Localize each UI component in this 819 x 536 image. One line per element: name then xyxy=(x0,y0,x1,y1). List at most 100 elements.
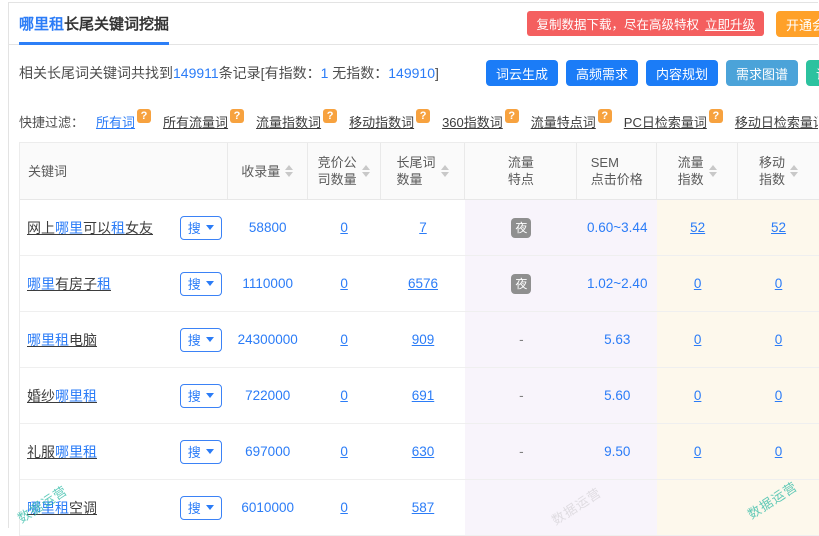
column-header-0: 关键词 xyxy=(20,143,228,199)
filter-item-0[interactable]: 所有词? xyxy=(96,112,151,131)
sem-price: 9.50 xyxy=(604,444,630,459)
table-body: 网上哪里可以租女友搜5880007夜0.60~3.445252哪里有房子租搜11… xyxy=(20,200,819,536)
value-link[interactable]: 909 xyxy=(412,332,435,347)
value-link[interactable]: 52 xyxy=(690,220,705,235)
table-row: 哪里租电脑搜243000000909-5.6300 xyxy=(20,312,819,368)
filter-item-2[interactable]: 流量指数词? xyxy=(256,112,337,131)
filter-link[interactable]: 所有词 xyxy=(96,112,135,131)
filter-item-5[interactable]: 流量特点词? xyxy=(531,112,612,131)
column-header-3[interactable]: 长尾词数量 xyxy=(381,143,466,199)
value-link[interactable]: 0 xyxy=(340,500,348,515)
filter-item-6[interactable]: PC日检索量词? xyxy=(624,112,723,131)
filter-link[interactable]: 移动指数词 xyxy=(349,112,414,131)
column-header-7[interactable]: 移动指数 xyxy=(738,143,819,199)
table-row: 哪里有房子租搜111000006576夜1.02~2.4000 xyxy=(20,256,819,312)
copy-data-promo-button[interactable]: 复制数据下载，尽在高级特权 立即升级 xyxy=(527,11,764,36)
filter-link[interactable]: 360指数词 xyxy=(442,112,503,131)
filter-item-7[interactable]: 移动日检索量词? xyxy=(735,112,818,131)
included-volume: 722000 xyxy=(245,388,290,403)
value-link[interactable]: 0 xyxy=(775,332,783,347)
keyword-link[interactable]: 哪里有房子租 xyxy=(27,274,111,294)
traffic-feature-cell: 夜 xyxy=(465,200,577,255)
action-button-high-frequency-demand[interactable]: 高频需求 xyxy=(566,60,638,86)
no-feature-dash: - xyxy=(519,332,524,347)
brand-keyword: 哪里租 xyxy=(19,13,64,34)
help-icon[interactable]: ? xyxy=(709,109,723,123)
help-icon[interactable]: ? xyxy=(598,109,612,123)
tab-bar: 哪里租长尾关键词挖掘 复制数据下载，尽在高级特权 立即升级 开通会员 xyxy=(9,3,818,45)
open-membership-button[interactable]: 开通会员 xyxy=(776,11,819,37)
included-volume: 58800 xyxy=(249,220,287,235)
keyword-link[interactable]: 哪里租电脑 xyxy=(27,330,97,350)
keyword-link[interactable]: 网上哪里可以租女友 xyxy=(27,218,153,238)
search-dropdown-button[interactable]: 搜 xyxy=(180,216,222,240)
stats-actions: 词云生成高频需求内容规划需求图谱词 xyxy=(486,60,819,86)
page-title: 长尾关键词挖掘 xyxy=(64,13,169,34)
chevron-down-icon xyxy=(206,449,214,454)
upgrade-now-link[interactable]: 立即升级 xyxy=(705,14,755,33)
sort-icon[interactable] xyxy=(441,165,449,177)
value-link[interactable]: 0 xyxy=(694,332,702,347)
search-dropdown-button[interactable]: 搜 xyxy=(180,384,222,408)
total-count: 149911 xyxy=(173,65,219,81)
table-row: 礼服哪里租搜6970000630-9.5000 xyxy=(20,424,819,480)
value-link[interactable]: 0 xyxy=(340,388,348,403)
value-link[interactable]: 0 xyxy=(775,388,783,403)
sort-icon[interactable] xyxy=(790,165,798,177)
value-link[interactable]: 52 xyxy=(771,220,786,235)
traffic-feature-cell: 夜 xyxy=(465,256,577,311)
main-panel: 哪里租长尾关键词挖掘 复制数据下载，尽在高级特权 立即升级 开通会员 相关长尾词… xyxy=(8,2,818,528)
keyword-link[interactable]: 婚纱哪里租 xyxy=(27,386,97,406)
keyword-link[interactable]: 哪里租空调 xyxy=(27,498,97,518)
value-link[interactable]: 0 xyxy=(694,444,702,459)
filter-link[interactable]: 移动日检索量词 xyxy=(735,112,818,131)
value-link[interactable]: 0 xyxy=(694,388,702,403)
sort-icon[interactable] xyxy=(362,165,370,177)
value-link[interactable]: 0 xyxy=(694,276,702,291)
no-feature-dash: - xyxy=(519,444,524,459)
help-icon[interactable]: ? xyxy=(505,109,519,123)
value-link[interactable]: 7 xyxy=(419,220,427,235)
keyword-link[interactable]: 礼服哪里租 xyxy=(27,442,97,462)
filter-link[interactable]: 流量指数词 xyxy=(256,112,321,131)
filter-item-4[interactable]: 360指数词? xyxy=(442,112,519,131)
filter-item-3[interactable]: 移动指数词? xyxy=(349,112,430,131)
column-header-1[interactable]: 收录量 xyxy=(228,143,308,199)
keyword-table: 关键词收录量竞价公司数量长尾词数量流量特点SEM点击价格流量指数移动指数 网上哪… xyxy=(19,142,819,536)
value-link[interactable]: 0 xyxy=(340,332,348,347)
sort-icon[interactable] xyxy=(709,165,717,177)
value-link[interactable]: 0 xyxy=(775,276,783,291)
help-icon[interactable]: ? xyxy=(416,109,430,123)
filter-link[interactable]: PC日检索量词 xyxy=(624,112,707,131)
action-button-demand-map[interactable]: 需求图谱 xyxy=(726,60,798,86)
traffic-feature-cell: - xyxy=(465,312,577,367)
sort-icon[interactable] xyxy=(285,165,293,177)
column-header-2[interactable]: 竞价公司数量 xyxy=(308,143,381,199)
tab-longtail-keyword-mining[interactable]: 哪里租长尾关键词挖掘 xyxy=(19,3,169,44)
value-link[interactable]: 0 xyxy=(340,220,348,235)
column-header-6[interactable]: 流量指数 xyxy=(657,143,738,199)
search-dropdown-button[interactable]: 搜 xyxy=(180,272,222,296)
help-icon[interactable]: ? xyxy=(323,109,337,123)
night-feature-badge: 夜 xyxy=(511,274,531,294)
value-link[interactable]: 691 xyxy=(412,388,435,403)
filter-link[interactable]: 所有流量词 xyxy=(163,112,228,131)
value-link[interactable]: 0 xyxy=(340,276,348,291)
action-button-word-cloud[interactable]: 词云生成 xyxy=(486,60,558,86)
filter-link[interactable]: 流量特点词 xyxy=(531,112,596,131)
search-dropdown-button[interactable]: 搜 xyxy=(180,328,222,352)
quick-filter-bar: 快捷过滤： 所有词?所有流量词?流量指数词?移动指数词?360指数词?流量特点词… xyxy=(9,101,818,142)
value-link[interactable]: 6576 xyxy=(408,276,438,291)
value-link[interactable]: 0 xyxy=(340,444,348,459)
search-dropdown-button[interactable]: 搜 xyxy=(180,440,222,464)
action-button-content-plan[interactable]: 内容规划 xyxy=(646,60,718,86)
help-icon[interactable]: ? xyxy=(230,109,244,123)
value-link[interactable]: 630 xyxy=(412,444,435,459)
action-button-clipped-action[interactable]: 词 xyxy=(806,60,819,86)
search-dropdown-button[interactable]: 搜 xyxy=(180,496,222,520)
value-link[interactable]: 0 xyxy=(775,444,783,459)
chevron-down-icon xyxy=(206,505,214,510)
filter-item-1[interactable]: 所有流量词? xyxy=(163,112,244,131)
value-link[interactable]: 587 xyxy=(412,500,435,515)
help-icon[interactable]: ? xyxy=(137,109,151,123)
